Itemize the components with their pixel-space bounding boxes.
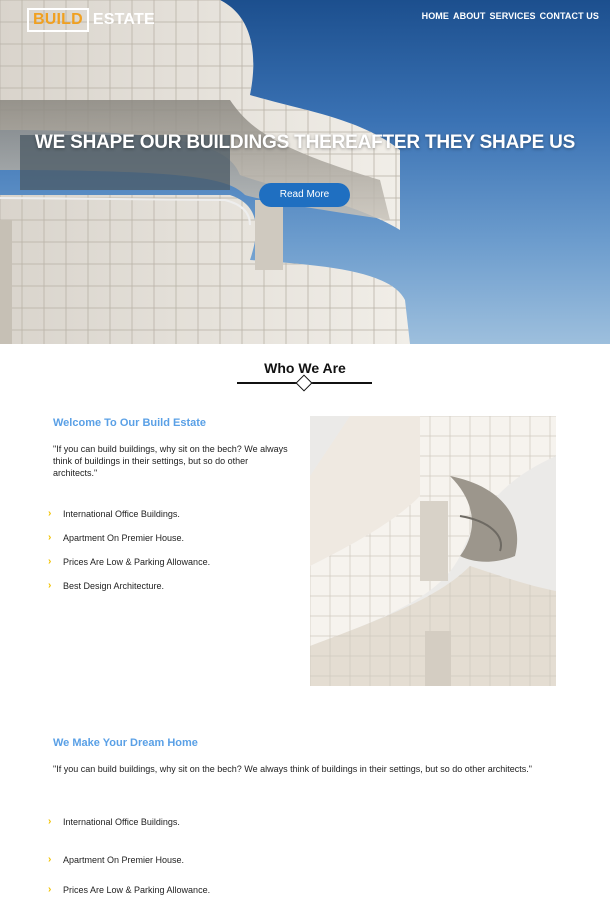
nav-about[interactable]: ABOUT xyxy=(453,11,486,21)
chevron-right-icon: › xyxy=(48,816,52,827)
list-item: › International Office Buildings. xyxy=(48,803,210,841)
list-item: › Prices Are Low & Parking Allowance. xyxy=(48,550,210,574)
list-item: › Best Design Architecture. xyxy=(48,574,210,598)
logo-text: ESTATE xyxy=(92,11,155,28)
list-item: › Apartment On Premier House. xyxy=(48,841,210,878)
title-diamond-ornament xyxy=(295,374,313,392)
chevron-right-icon: › xyxy=(48,508,52,519)
brand-logo[interactable]: BUILD ESTATE xyxy=(27,8,155,32)
logo-boxed-text: BUILD xyxy=(27,8,89,32)
chevron-right-icon: › xyxy=(48,853,52,865)
list-item-text: Apartment On Premier House. xyxy=(63,533,185,543)
main-nav: HOME ABOUT SERVICES CONTACT US xyxy=(422,11,599,21)
architecture-photo xyxy=(310,416,556,686)
hero-building-image xyxy=(0,0,410,344)
chevron-right-icon: › xyxy=(48,580,52,591)
section-title: Who We Are xyxy=(264,360,346,376)
list-item-text: Prices Are Low & Parking Allowance. xyxy=(63,557,211,567)
welcome-feature-list: › International Office Buildings. › Apar… xyxy=(48,502,210,598)
nav-contact-us[interactable]: CONTACT US xyxy=(540,11,599,21)
list-item: › Prices Are Low & Parking Allowance. xyxy=(48,878,210,900)
chevron-right-icon: › xyxy=(48,884,52,895)
read-more-button[interactable]: Read More xyxy=(259,183,350,207)
nav-services[interactable]: SERVICES xyxy=(490,11,536,21)
list-item-text: Apartment On Premier House. xyxy=(63,854,185,865)
dream-home-feature-list: › International Office Buildings. › Apar… xyxy=(48,803,210,900)
dream-home-quote: "If you can build buildings, why sit on … xyxy=(53,764,532,774)
nav-home[interactable]: HOME xyxy=(422,11,449,21)
welcome-heading: Welcome To Our Build Estate xyxy=(53,417,207,429)
list-item-text: Best Design Architecture. xyxy=(63,581,165,591)
welcome-quote: "If you can build buildings, why sit on … xyxy=(53,444,288,478)
list-item-text: International Office Buildings. xyxy=(63,817,180,827)
list-item: › International Office Buildings. xyxy=(48,502,210,526)
dream-home-heading: We Make Your Dream Home xyxy=(53,737,198,749)
list-item: › Apartment On Premier House. xyxy=(48,526,210,550)
chevron-right-icon: › xyxy=(48,556,52,567)
hero-title: WE SHAPE OUR BUILDINGS THEREAFTER THEY S… xyxy=(34,132,576,153)
list-item-text: International Office Buildings. xyxy=(63,509,180,519)
hero-banner: BUILD ESTATE HOME ABOUT SERVICES CONTACT… xyxy=(0,0,610,344)
chevron-right-icon: › xyxy=(48,532,52,543)
list-item-text: Prices Are Low & Parking Allowance. xyxy=(63,885,211,895)
